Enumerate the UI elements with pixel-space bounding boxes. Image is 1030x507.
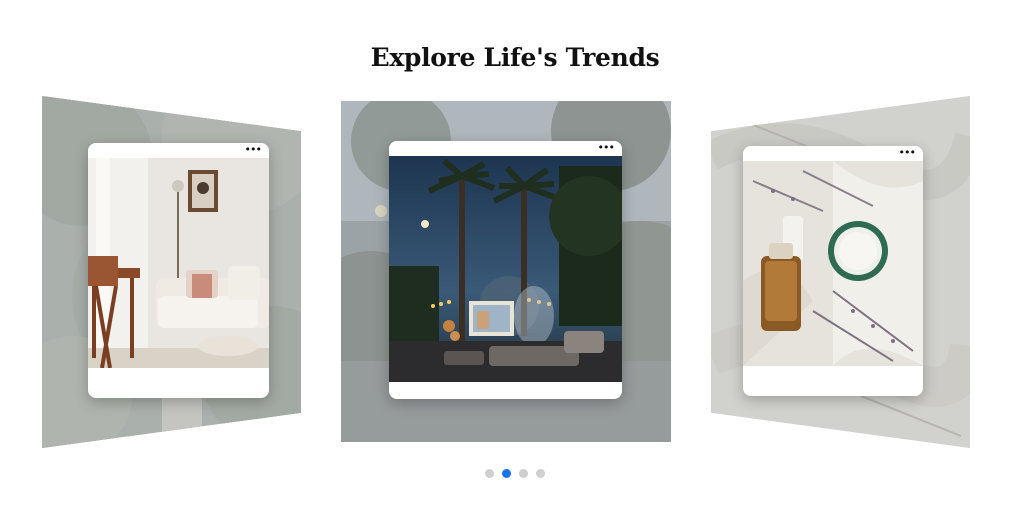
carousel-slide-center[interactable]: ••• <box>341 101 671 442</box>
more-horizontal-icon[interactable]: ••• <box>245 144 262 155</box>
trend-card[interactable]: ••• <box>743 146 923 396</box>
trends-carousel[interactable]: ••• ••• ••• <box>0 0 1030 507</box>
card-header: ••• <box>88 143 269 158</box>
pagination-dot[interactable] <box>485 469 494 478</box>
more-horizontal-icon[interactable]: ••• <box>598 142 615 153</box>
more-horizontal-icon[interactable]: ••• <box>899 147 916 158</box>
trend-card[interactable]: ••• <box>88 143 269 398</box>
outdoor-movie-night-image <box>389 156 622 382</box>
carousel-slide-left[interactable]: ••• <box>42 96 301 448</box>
carousel-slide-right[interactable]: ••• <box>711 96 970 448</box>
card-header: ••• <box>743 146 923 161</box>
candle-and-lavender-image <box>743 161 923 366</box>
trend-card[interactable]: ••• <box>389 141 622 399</box>
living-room-image <box>88 158 269 368</box>
carousel-pagination <box>0 469 1030 478</box>
pagination-dot-active[interactable] <box>502 469 511 478</box>
card-header: ••• <box>389 141 622 156</box>
pagination-dot[interactable] <box>519 469 528 478</box>
pagination-dot[interactable] <box>536 469 545 478</box>
